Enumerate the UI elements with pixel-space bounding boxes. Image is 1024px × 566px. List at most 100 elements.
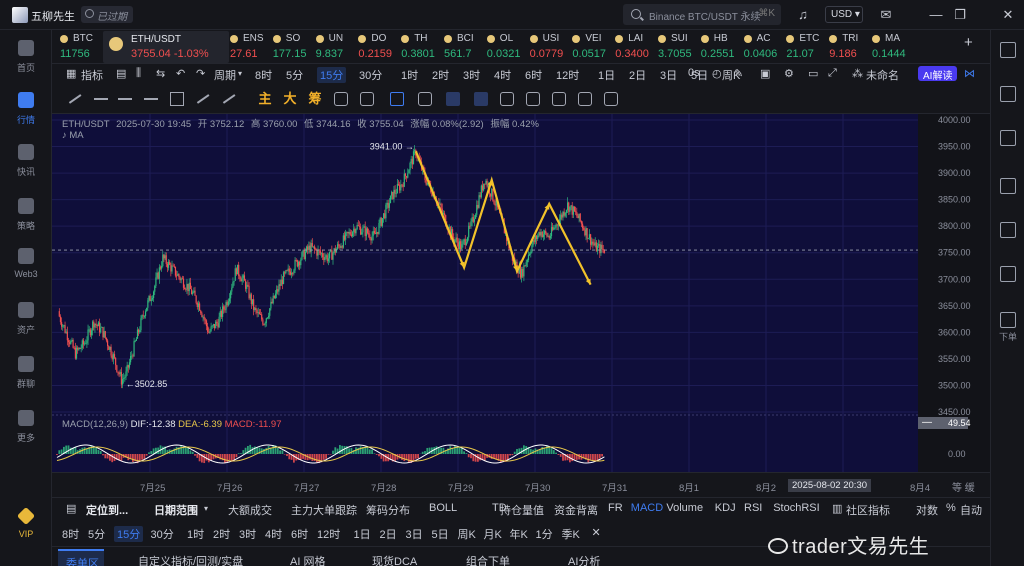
log-scale-toggle[interactable]: 对数	[916, 502, 938, 518]
horizontal-line-icon[interactable]	[144, 92, 158, 106]
calendar-icon[interactable]: ▤	[116, 67, 126, 80]
interval-3[interactable]: 30分	[359, 67, 382, 83]
ticker-item[interactable]: OL 0.0321	[486, 30, 527, 63]
redo-icon[interactable]: ↷	[196, 67, 205, 80]
close-icon[interactable]: ✕	[1000, 7, 1016, 23]
nav-item-6[interactable]: 群聊	[0, 356, 52, 390]
ticker-item[interactable]: ENS 27.61	[230, 30, 270, 63]
ticker-eth-active[interactable]: ETH/USDT 3755.04 -1.03%	[103, 31, 229, 63]
filter-icon[interactable]	[578, 92, 592, 106]
ticker-item[interactable]: TRI 9.186	[829, 30, 869, 63]
indicator-tab-5[interactable]: KDJ	[715, 502, 736, 514]
tab-3[interactable]: 现货DCA	[372, 553, 417, 566]
nav-item-5[interactable]: 资产	[0, 302, 52, 336]
interval-8[interactable]: 6时	[525, 67, 542, 83]
crosshair-icon[interactable]	[390, 92, 404, 106]
interval-quick-17[interactable]: 1分	[536, 526, 553, 542]
ticker-item[interactable]: SUI 3.7055	[658, 30, 698, 63]
interval-quick-4[interactable]: 1时	[187, 526, 204, 542]
interval-1[interactable]: 5分	[286, 67, 303, 83]
interval-quick-11[interactable]: 2日	[380, 526, 397, 542]
indicator-icon[interactable]: ▦	[66, 67, 76, 80]
period-dropdown[interactable]: 周期	[214, 67, 236, 83]
fork-tool-icon[interactable]	[334, 92, 348, 106]
interval-9[interactable]: 12时	[556, 67, 579, 83]
nav-item-7[interactable]: 更多	[0, 410, 52, 444]
interval-0[interactable]: 8时	[255, 67, 272, 83]
ticker-item[interactable]: VEI 0.0517	[572, 30, 612, 63]
overlay-item-3[interactable]: BOLL	[429, 502, 457, 514]
share-icon[interactable]: ⋈	[964, 67, 975, 80]
interval-6[interactable]: 3时	[463, 67, 480, 83]
interval-quick-15[interactable]: 月K	[484, 526, 502, 542]
interval-quick-8[interactable]: 6时	[291, 526, 308, 542]
ticker-item[interactable]: MA 0.1444	[872, 30, 912, 63]
indicator-tab-7[interactable]: StochRSI	[773, 502, 819, 514]
download-icon[interactable]	[1000, 312, 1016, 328]
ma-indicator-label[interactable]: ♪ MA	[62, 130, 84, 141]
axis-scale-label[interactable]: 等 缓	[952, 479, 975, 494]
nav-item-1[interactable]: 行情	[0, 92, 52, 126]
trade-icon[interactable]	[1000, 222, 1016, 238]
layout-icon[interactable]: ▭	[808, 67, 818, 80]
tab-4[interactable]: 组合下单	[466, 553, 510, 566]
trendline-tool-icon[interactable]	[68, 92, 82, 106]
bell-icon[interactable]: ♫	[795, 7, 811, 23]
pen-tool-icon[interactable]	[446, 92, 460, 106]
interval-quick-5[interactable]: 2时	[213, 526, 230, 542]
place-order-label[interactable]: 下单	[991, 330, 1024, 343]
tab-0[interactable]: 委单区	[58, 549, 104, 566]
screenshot-icon[interactable]: ▣	[760, 67, 770, 80]
interval-quick-9[interactable]: 12时	[317, 526, 340, 542]
percent-scale-toggle[interactable]: %	[946, 502, 956, 514]
ray-tool-icon[interactable]	[196, 92, 210, 106]
tab-1[interactable]: 自定义指标/回测/实盘	[138, 553, 243, 566]
quick-tool-2[interactable]: 筹	[308, 92, 322, 106]
interval-quick-13[interactable]: 5日	[432, 526, 449, 542]
ticker-item[interactable]: DO 0.2159	[358, 30, 398, 63]
interval-10[interactable]: 1日	[598, 67, 615, 83]
indicator-tab-2[interactable]: FR	[608, 502, 623, 514]
indicator-tab-0[interactable]: 持仓量值	[500, 502, 544, 518]
currency-select[interactable]: USD ▾	[825, 6, 863, 23]
ticker-item[interactable]: USI 0.0779	[529, 30, 570, 63]
expand-icon[interactable]: ⤢	[828, 67, 837, 80]
interval-quick-14[interactable]: 周K	[458, 526, 476, 542]
pattern-tool-icon[interactable]	[474, 92, 488, 106]
quick-tool-0[interactable]: 主	[258, 92, 272, 106]
ticker-item[interactable]: LAI 0.3400	[615, 30, 655, 63]
price-chart[interactable]: 4000.00 3950.00 3900.00 3850.00 3800.00 3750.…	[52, 114, 990, 472]
interval-5[interactable]: 2时	[432, 67, 449, 83]
tab-5[interactable]: AI分析	[568, 553, 600, 566]
fib-lines-icon[interactable]	[118, 92, 132, 106]
ai-analysis-button[interactable]: AI解读	[918, 66, 958, 82]
interval-quick-16[interactable]: 年K	[510, 526, 528, 542]
nav-item-4[interactable]: Web3	[0, 248, 52, 279]
interval-quick-18[interactable]: 季K	[562, 526, 580, 542]
ruler-icon[interactable]	[418, 92, 432, 106]
lock-icon[interactable]	[526, 92, 540, 106]
add-ticker-icon[interactable]: +	[964, 34, 973, 51]
grid-panel-icon[interactable]	[1000, 42, 1016, 58]
interval-quick-1[interactable]: 5分	[88, 526, 105, 542]
list-icon[interactable]	[1000, 266, 1016, 282]
ticker-item[interactable]: AC 0.0406	[743, 30, 784, 63]
orderbook-icon[interactable]	[1000, 130, 1016, 146]
interval-7[interactable]: 4时	[494, 67, 511, 83]
overlay-item-1[interactable]: 主力大单跟踪	[291, 502, 357, 518]
undo-icon[interactable]: ↶	[176, 67, 185, 80]
interval-2[interactable]: 15分	[317, 67, 347, 83]
ticker-item[interactable]: UN 9.837	[315, 30, 356, 63]
annotation-zigzag[interactable]	[414, 150, 592, 286]
visibility-icon[interactable]	[552, 92, 566, 106]
community-indicators[interactable]: 社区指标	[846, 502, 890, 518]
draw-icon[interactable]: ✎	[734, 67, 743, 80]
tab-2[interactable]: AI 网格	[290, 553, 325, 566]
date-range-dropdown[interactable]: 日期范围	[154, 502, 198, 518]
interval-4[interactable]: 1时	[401, 67, 418, 83]
ticker-item[interactable]: HB 0.2551	[700, 30, 741, 63]
nav-item-3[interactable]: 策略	[0, 198, 52, 232]
overlay-item-0[interactable]: 大额成交	[228, 502, 272, 518]
interval-quick-10[interactable]: 1日	[354, 526, 371, 542]
interval-12[interactable]: 3日	[660, 67, 677, 83]
